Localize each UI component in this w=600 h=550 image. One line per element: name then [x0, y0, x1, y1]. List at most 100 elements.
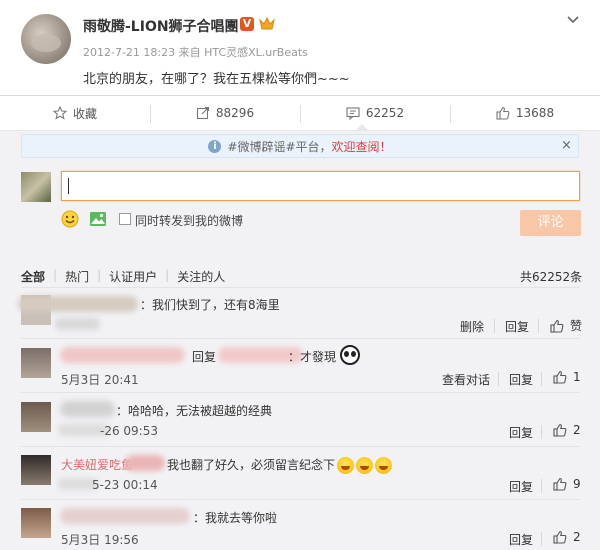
repost-checkbox-label[interactable]: 同时转发到我的微博	[135, 212, 243, 229]
post-action-bar: 收藏 88296 62252 13688	[0, 95, 600, 131]
separator	[538, 319, 539, 333]
filter-following[interactable]: 关注的人	[177, 268, 225, 285]
comment-count: 62252	[365, 106, 405, 120]
divider	[21, 499, 580, 500]
laughing-emoji-icon	[356, 457, 374, 474]
vip-crown-icon	[259, 16, 275, 30]
rumor-notice: i #微博辟谣#平台， 欢迎查阅！	[21, 134, 579, 158]
commenter-avatar[interactable]	[21, 508, 51, 538]
reply-button[interactable]: 回复	[509, 478, 533, 495]
view-thread-button[interactable]: 查看对话	[442, 371, 490, 388]
text-caret	[68, 178, 69, 194]
like-count: 13688	[515, 106, 555, 120]
delete-button[interactable]: 删除	[460, 318, 484, 335]
divider	[21, 392, 580, 393]
thumb-up-icon	[553, 370, 567, 384]
my-avatar	[21, 172, 51, 202]
like-label: 赞	[570, 319, 583, 333]
commenter-name-redacted	[18, 296, 138, 312]
like-count: 2	[573, 530, 581, 544]
thumb-up-icon	[553, 530, 567, 544]
comment-filters: 全部 | 热门 | 认证用户 | 关注的人	[21, 268, 225, 285]
filter-separator: |	[97, 268, 102, 282]
filter-separator: |	[53, 268, 58, 282]
star-icon	[52, 106, 67, 120]
commenter-name[interactable]: 大美妞爱吃鱼	[61, 456, 133, 473]
like-count: 1	[573, 370, 581, 384]
weibo-post: 雨敬腾-LION狮子合唱團 V 2012-7-21 18:23 来自 HTC灵感…	[0, 0, 600, 95]
reply-button[interactable]: 回复	[509, 424, 533, 441]
like-count: 9	[573, 477, 581, 491]
author-name[interactable]: 雨敬腾-LION狮子合唱團	[83, 16, 239, 36]
smiley-icon[interactable]	[61, 210, 79, 228]
separator	[541, 425, 542, 439]
commenter-avatar[interactable]	[21, 402, 51, 432]
separator	[494, 319, 495, 333]
comment-input[interactable]	[61, 171, 580, 201]
commenter-name-redacted	[60, 347, 185, 363]
reply-button[interactable]: 回复	[509, 531, 533, 548]
filter-all[interactable]: 全部	[21, 268, 45, 285]
image-icon[interactable]	[89, 210, 107, 228]
repost-count: 88296	[215, 106, 255, 120]
repost-button[interactable]: 88296	[150, 96, 300, 130]
post-meta: 2012-7-21 18:23 来自 HTC灵感XL.urBeats	[83, 46, 308, 59]
comment-text: ：才發現	[288, 350, 337, 364]
reply-prefix: 回复	[192, 350, 217, 364]
notice-text[interactable]: #微博辟谣#平台，	[227, 138, 331, 155]
comment-time: -26 09:53	[100, 424, 158, 438]
separator	[498, 372, 499, 386]
divider	[21, 287, 580, 288]
comment-like-button[interactable]: 9	[553, 477, 581, 491]
comment-time: 5月3日 20:41	[61, 373, 139, 387]
separator	[541, 479, 542, 493]
laughing-emoji-icon	[337, 457, 355, 474]
comment-text: ：我就去等你啦	[193, 511, 278, 525]
comment-button[interactable]: 62252	[300, 96, 450, 130]
favorite-button[interactable]: 收藏	[0, 96, 150, 130]
favorite-label: 收藏	[72, 106, 97, 121]
chevron-down-icon[interactable]	[565, 12, 581, 28]
repost-icon	[196, 106, 209, 120]
filter-verified[interactable]: 认证用户	[109, 268, 157, 285]
reply-button[interactable]: 回复	[509, 371, 533, 388]
thumb-up-icon	[496, 106, 510, 120]
panda-emoji-icon	[340, 345, 360, 365]
commenter-avatar[interactable]	[21, 455, 51, 485]
submit-comment-button[interactable]: 评论	[520, 210, 581, 236]
thumb-up-icon	[553, 423, 567, 437]
commenter-name-redacted	[60, 508, 190, 524]
filter-hot[interactable]: 热门	[65, 268, 89, 285]
notice-link[interactable]: 欢迎查阅！	[332, 138, 392, 155]
repost-checkbox[interactable]	[119, 213, 131, 225]
comment-time: 5月3日 19:56	[61, 533, 139, 547]
divider	[21, 446, 580, 447]
comment-time-redacted	[55, 318, 100, 330]
commenter-name-redacted	[125, 455, 165, 471]
comment-text: ：我们快到了，还有8海里	[140, 298, 280, 312]
comment-like-button[interactable]: 赞	[550, 317, 582, 334]
divider	[21, 338, 580, 339]
comment-like-button[interactable]: 2	[553, 530, 581, 544]
reply-button[interactable]: 回复	[505, 318, 529, 335]
separator	[541, 372, 542, 386]
thumb-up-icon	[553, 477, 567, 491]
comment-text: 我也翻了好久，必须留言纪念下	[167, 456, 393, 474]
like-button[interactable]: 13688	[450, 96, 600, 130]
close-icon[interactable]: ×	[561, 138, 572, 153]
comment-total: 共62252条	[520, 270, 583, 284]
verified-badge-icon: V	[240, 17, 254, 31]
like-count: 2	[573, 423, 581, 437]
author-avatar[interactable]	[21, 14, 71, 64]
comment-text: ：哈哈哈，无法被超越的经典	[116, 404, 273, 418]
comment-time: 5-23 00:14	[92, 478, 158, 492]
comment-like-button[interactable]: 1	[553, 370, 581, 384]
post-content: 北京的朋友，在哪了？我在五棵松等你們~~~	[83, 72, 350, 87]
info-icon: i	[208, 139, 222, 153]
comment-icon	[346, 107, 360, 120]
thumb-up-icon	[550, 319, 564, 333]
filter-separator: |	[165, 268, 170, 282]
comment-like-button[interactable]: 2	[553, 423, 581, 437]
commenter-avatar[interactable]	[21, 348, 51, 378]
panel-pointer	[355, 124, 369, 131]
